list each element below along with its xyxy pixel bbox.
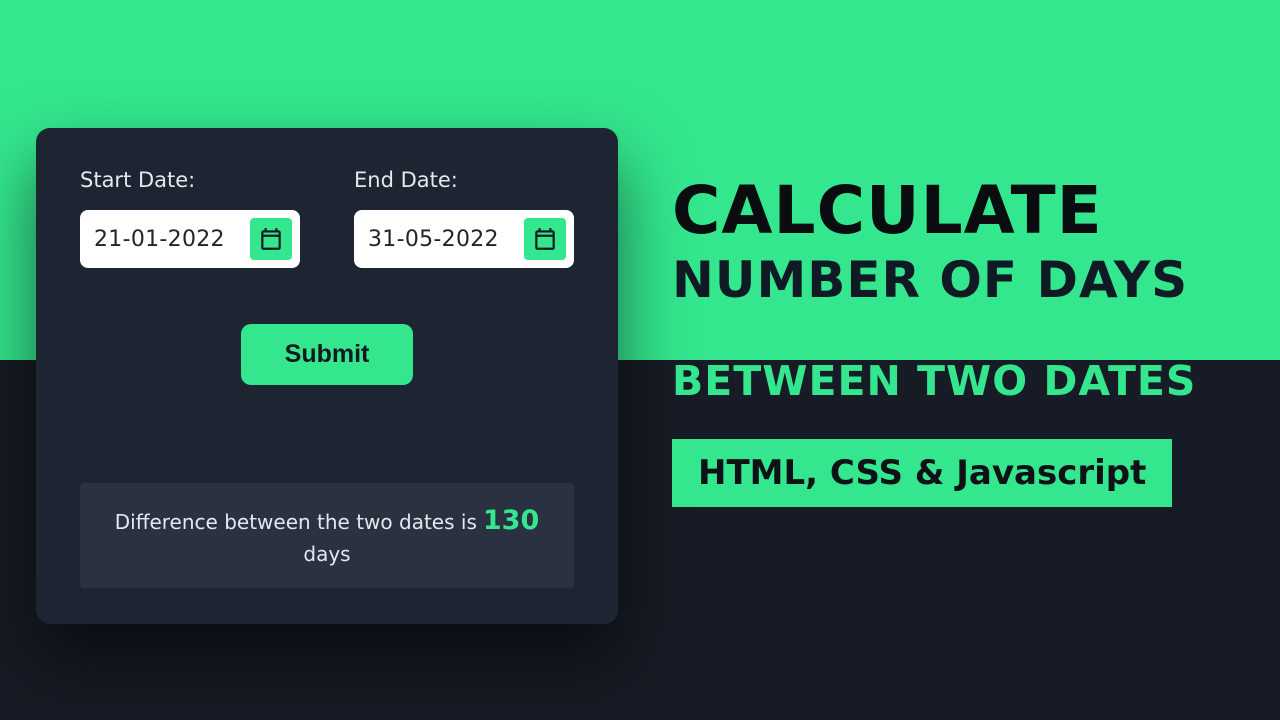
end-date-input[interactable]: 31-05-2022 — [354, 210, 574, 268]
headline-line2: NUMBER OF DAYS — [672, 251, 1252, 309]
calculator-card: Start Date: 21-01-2022 End Date: 31-05-2… — [36, 128, 618, 624]
result-value: 130 — [483, 505, 539, 536]
date-fields-row: Start Date: 21-01-2022 End Date: 31-05-2… — [80, 168, 574, 268]
end-date-field: End Date: 31-05-2022 — [354, 168, 574, 268]
headline-line3: BETWEEN TWO DATES — [672, 357, 1252, 405]
submit-button[interactable]: Submit — [241, 324, 414, 385]
end-date-value: 31-05-2022 — [368, 227, 524, 252]
calendar-icon[interactable] — [250, 218, 292, 260]
start-date-field: Start Date: 21-01-2022 — [80, 168, 300, 268]
result-suffix: days — [303, 542, 350, 566]
result-prefix: Difference between the two dates is — [115, 510, 477, 534]
headline-line1: CALCULATE — [672, 172, 1252, 249]
title-block: CALCULATE NUMBER OF DAYS BETWEEN TWO DAT… — [672, 172, 1252, 507]
calendar-icon[interactable] — [524, 218, 566, 260]
start-date-label: Start Date: — [80, 168, 300, 192]
submit-row: Submit — [80, 324, 574, 385]
result-box: Difference between the two dates is 130 … — [80, 483, 574, 588]
start-date-input[interactable]: 21-01-2022 — [80, 210, 300, 268]
tech-badge: HTML, CSS & Javascript — [672, 439, 1172, 507]
start-date-value: 21-01-2022 — [94, 227, 250, 252]
end-date-label: End Date: — [354, 168, 574, 192]
